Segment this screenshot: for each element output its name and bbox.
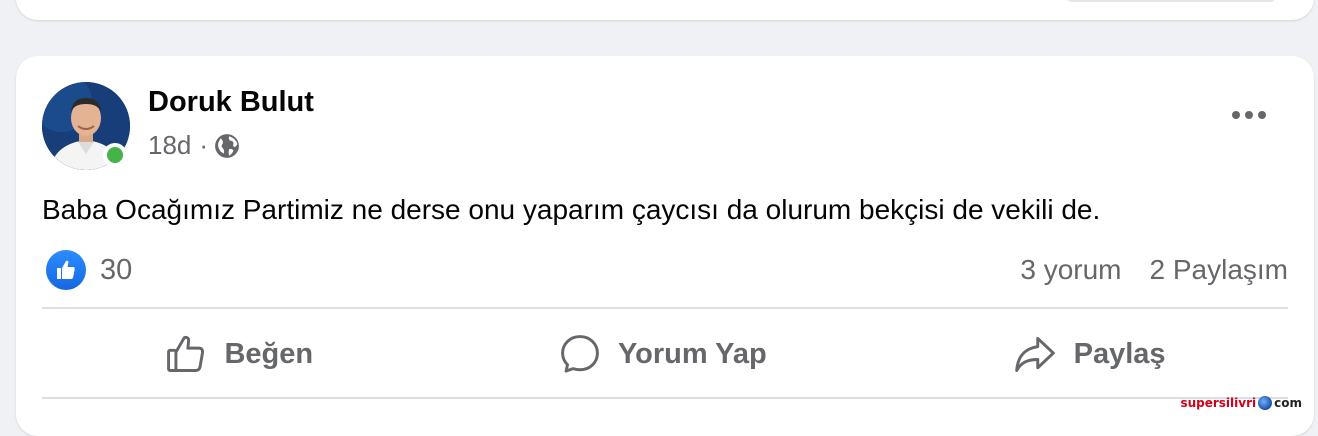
- watermark-suffix: com: [1274, 396, 1302, 410]
- like-count: 30: [100, 253, 133, 286]
- share-button[interactable]: Paylaş: [1012, 332, 1166, 376]
- share-button-label: Paylaş: [1073, 337, 1166, 370]
- like-button-label: Beğen: [224, 337, 314, 370]
- post-timestamp[interactable]: 18d: [148, 130, 191, 161]
- more-dot: [1245, 111, 1253, 119]
- like-button[interactable]: Beğen: [164, 332, 313, 376]
- comment-button[interactable]: Yorum Yap: [558, 332, 767, 376]
- globe-icon: [214, 133, 240, 159]
- comment-count[interactable]: 3 yorum: [1020, 254, 1121, 286]
- author-name[interactable]: Doruk Bulut: [148, 86, 314, 119]
- meta-separator: ·: [199, 130, 209, 160]
- more-options-icon[interactable]: [1232, 111, 1266, 119]
- thumbs-up-icon: [164, 332, 208, 376]
- watermark-globe-icon: [1258, 396, 1273, 410]
- reaction-summary[interactable]: 30: [46, 250, 132, 290]
- comment-icon: [558, 332, 602, 376]
- more-dot: [1232, 111, 1240, 119]
- previous-post-card: [16, 0, 1314, 20]
- online-status-indicator: [103, 143, 127, 167]
- post-meta: 18d ·: [148, 130, 240, 161]
- divider-bottom: [42, 397, 1288, 399]
- like-reaction-icon: [46, 250, 86, 290]
- divider-top: [42, 307, 1288, 309]
- watermark-logo: supersilivri com: [1180, 396, 1302, 410]
- action-bar: Beğen Yorum Yap Paylaş: [42, 310, 1288, 398]
- share-arrow-icon: [1012, 332, 1058, 376]
- post-text: Baba Ocağımız Partimiz ne derse onu yapa…: [42, 194, 1101, 225]
- watermark-brand: supersilivri: [1180, 396, 1257, 410]
- comment-button-label: Yorum Yap: [617, 337, 767, 370]
- share-count[interactable]: 2 Paylaşım: [1150, 254, 1289, 286]
- engagement-counts: 3 yorum 2 Paylaşım: [1020, 254, 1288, 286]
- post-card: Doruk Bulut 18d · Baba Ocağımız Partimiz…: [16, 56, 1314, 436]
- more-dot: [1258, 111, 1266, 119]
- previous-post-button-edge: [1066, 0, 1276, 2]
